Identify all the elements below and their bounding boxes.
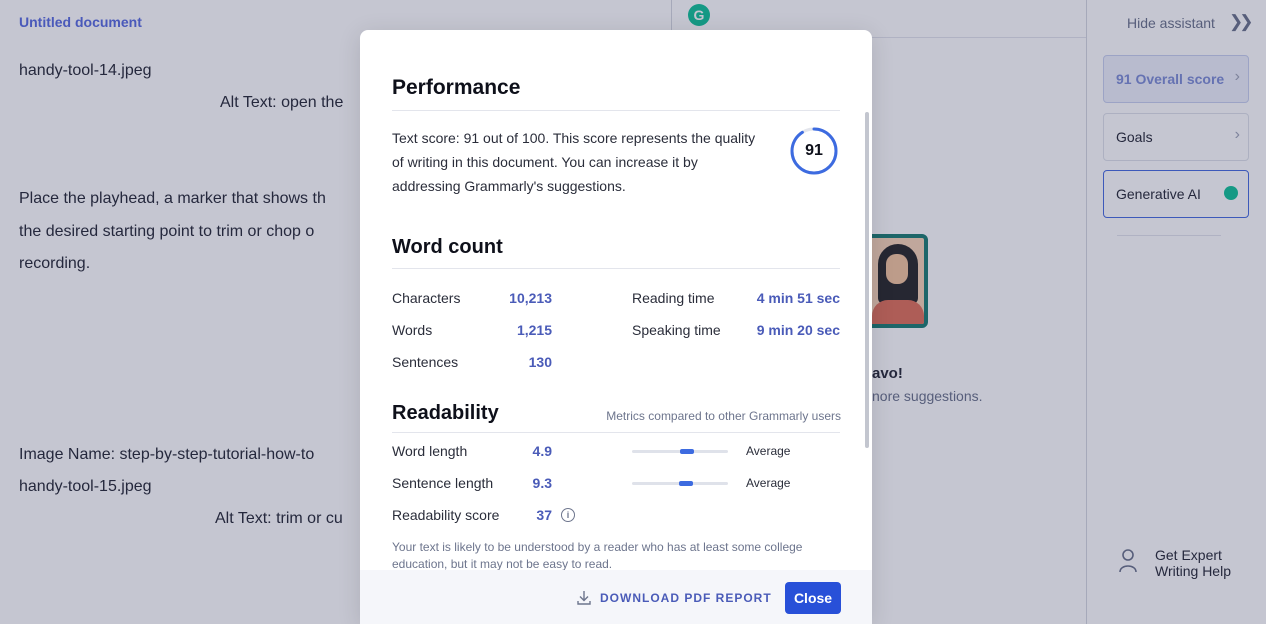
modal-scroll-body[interactable]: Performance Text score: 91 out of 100. T… xyxy=(360,30,872,570)
modal-scrollbar[interactable] xyxy=(865,112,869,448)
sentences-value: 130 xyxy=(528,354,552,370)
readability-description: Your text is likely to be understood by … xyxy=(392,540,803,570)
download-label: DOWNLOAD PDF REPORT xyxy=(600,591,772,605)
close-button[interactable]: Close xyxy=(785,582,841,614)
characters-value: 10,213 xyxy=(509,290,552,306)
info-icon[interactable]: i xyxy=(561,508,575,522)
word-length-label: Word length xyxy=(392,443,468,459)
performance-description: Text score: 91 out of 100. This score re… xyxy=(392,130,756,194)
characters-label: Characters xyxy=(392,290,461,306)
sentence-length-meter xyxy=(632,481,728,486)
readability-heading: Readability xyxy=(392,402,499,424)
section-divider xyxy=(392,268,840,269)
words-value: 1,215 xyxy=(516,322,552,338)
sentence-length-label: Sentence length xyxy=(392,475,494,491)
readability-score-value: 37 xyxy=(536,507,552,523)
reading-time-value: 4 min 51 sec xyxy=(756,290,840,306)
download-pdf-report-link[interactable]: DOWNLOAD PDF REPORT xyxy=(576,590,772,606)
performance-modal: Performance Text score: 91 out of 100. T… xyxy=(360,30,872,624)
performance-heading: Performance xyxy=(392,76,521,99)
word-count-heading: Word count xyxy=(392,236,503,258)
download-icon xyxy=(577,591,591,605)
word-length-marker xyxy=(679,449,694,454)
word-length-value: 4.9 xyxy=(532,443,552,459)
performance-score: 91 xyxy=(805,142,823,159)
sentence-length-value: 9.3 xyxy=(532,475,552,491)
words-label: Words xyxy=(392,322,433,338)
sentence-length-marker xyxy=(678,481,693,486)
readability-note: Metrics compared to other Grammarly user… xyxy=(606,409,841,423)
sentence-length-rating: Average xyxy=(746,476,791,490)
section-divider xyxy=(392,432,840,433)
speaking-time-label: Speaking time xyxy=(632,322,721,338)
word-length-meter xyxy=(632,449,728,454)
readability-score-label: Readability score xyxy=(392,507,500,523)
sentences-label: Sentences xyxy=(392,354,459,370)
speaking-time-value: 9 min 20 sec xyxy=(756,322,840,338)
reading-time-label: Reading time xyxy=(632,290,715,306)
section-divider xyxy=(392,110,840,111)
word-length-rating: Average xyxy=(746,444,791,458)
